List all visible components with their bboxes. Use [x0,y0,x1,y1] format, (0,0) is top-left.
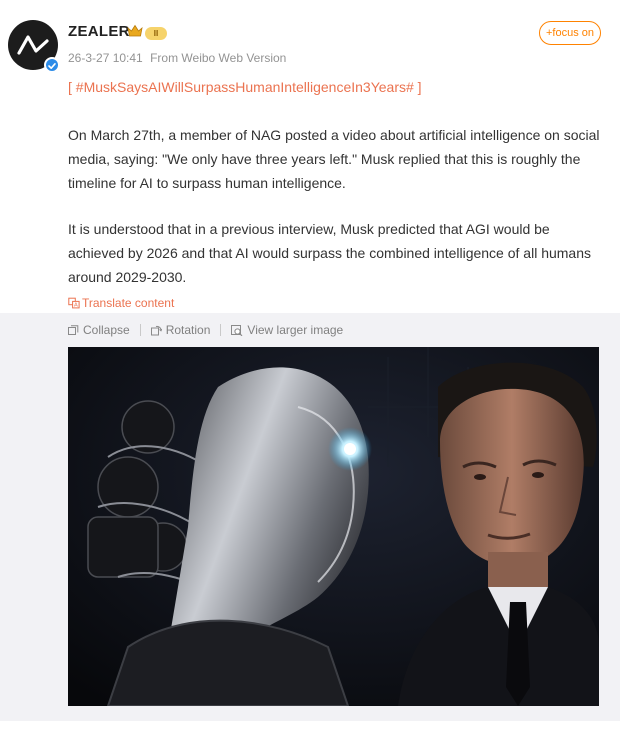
toolbar-divider [220,324,222,336]
view-larger-label: View larger image [247,323,344,337]
topic-hashtag-link[interactable]: #MuskSaysAIWillSurpassHumanIntelligenceI… [76,79,414,95]
rotate-icon [150,325,162,335]
topic-close-bracket: ] [417,79,422,95]
translate-label: Translate content [82,296,175,310]
view-larger-icon [231,324,243,336]
svg-text:A: A [74,303,78,309]
post-paragraph: On March 27th, a member of NAG posted a … [68,127,600,191]
translate-icon: A [68,297,80,309]
focus-button[interactable]: +focus on [539,21,601,45]
avatar[interactable] [8,20,60,73]
toolbar-divider [139,324,141,336]
media-toolbar: Collapse Rotation View larger image [68,323,343,337]
translate-content-link[interactable]: A Translate content [68,296,174,310]
post-paragraph: It is understood that in a previous inte… [68,221,592,285]
collapse-icon [68,324,79,335]
post-meta: 26-3-27 10:41 From Weibo Web Version [68,51,286,65]
crown-icon [127,24,143,37]
post-timestamp[interactable]: 26-3-27 10:41 [68,51,143,65]
rotation-button[interactable]: Rotation [150,323,211,337]
author-name[interactable]: ZEALER [68,23,130,40]
post-image[interactable] [68,347,599,706]
collapse-button[interactable]: Collapse [68,323,130,337]
verified-badge-icon [44,57,60,73]
collapse-label: Collapse [83,323,130,337]
view-larger-image-button[interactable]: View larger image [231,323,343,337]
topic-open-bracket: [ [68,79,72,95]
member-level-badge[interactable]: II [145,27,167,40]
post-source: From Weibo Web Version [150,51,287,65]
rotation-label: Rotation [165,323,211,337]
topic-line: [ #MuskSaysAIWillSurpassHumanIntelligenc… [68,79,422,95]
